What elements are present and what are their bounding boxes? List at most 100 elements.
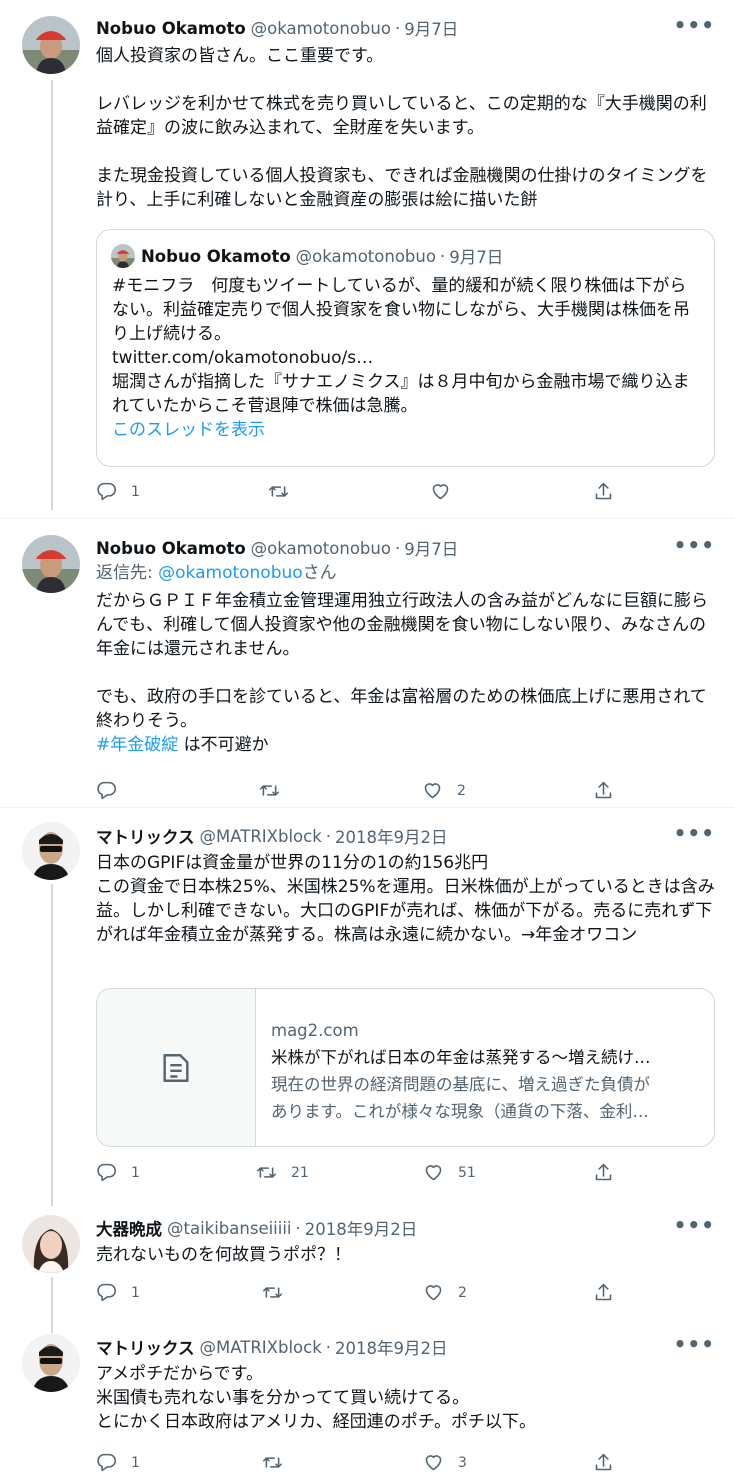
retweet-button[interactable] [262,1282,297,1303]
tweet[interactable]: マトリックス @MATRIXblock · 2018年9月2日 ••• 日本のG… [0,808,735,1201]
reply-button[interactable]: 1 [96,481,140,502]
like-button[interactable] [430,481,465,502]
avatar[interactable] [22,535,80,593]
author-handle[interactable]: @MATRIXblock [200,827,322,846]
author-name[interactable]: Nobuo Okamoto [96,19,246,38]
retweet-button[interactable] [268,481,303,502]
show-thread-link[interactable]: このスレッドを表示 [112,420,265,440]
author-name[interactable]: Nobuo Okamoto [96,539,246,558]
card-body: mag2.com 米株が下がれば日本の年金は蒸発する～増え続け… 現在の世界の経… [271,1017,700,1125]
share-button[interactable] [593,780,614,801]
quote-body: #モニフラ 何度もツイートしているが、量的緩和が続く限り株価は下がらない。利益確… [112,276,690,416]
quoted-tweet[interactable]: Nobuo Okamoto @okamotonobuo · 9月7日 #モニフラ… [96,229,715,467]
like-button[interactable]: 2 [422,780,466,801]
reply-button[interactable]: 1 [96,1162,140,1183]
avatar[interactable] [22,822,80,880]
reply-to-handle[interactable]: @okamotonobuo [158,563,303,583]
more-icon[interactable]: ••• [674,821,715,845]
tweet-date[interactable]: 9月7日 [404,536,458,560]
retweet-button[interactable] [259,780,294,801]
reply-prefix: 返信先: [96,563,159,583]
avatar[interactable] [22,1215,80,1273]
reply-icon [96,1452,117,1473]
like-button[interactable]: 3 [423,1452,467,1473]
card-domain: mag2.com [271,1021,359,1040]
more-icon[interactable]: ••• [674,533,715,557]
author-name[interactable]: マトリックス [96,824,195,848]
reply-count: 1 [131,483,140,500]
tweet-header: マトリックス @MATRIXblock · 2018年9月2日 ••• [96,1332,715,1360]
share-button[interactable] [593,1282,614,1303]
more-icon[interactable]: ••• [674,1213,715,1237]
reply-icon [96,1162,117,1183]
tweet-date[interactable]: 9月7日 [404,16,458,40]
reply-context: 返信先: @okamotonobuoさん [96,561,715,585]
tweet-text: だからＧＰＩＦ年金積立金管理運用独立行政法人の含み益がどんなに巨額に膨らんでも、… [96,589,715,757]
like-count: 2 [457,782,466,799]
share-button[interactable] [593,481,614,502]
more-icon[interactable]: ••• [674,1332,715,1356]
tweet[interactable]: Nobuo Okamoto @okamotonobuo · 9月7日 ••• 返… [0,519,735,807]
link-card[interactable]: mag2.com 米株が下がれば日本の年金は蒸発する～増え続け… 現在の世界の経… [96,988,715,1147]
reply-count: 1 [131,1284,140,1301]
tweet-header: Nobuo Okamoto @okamotonobuo · 9月7日 ••• [96,13,715,41]
separator-dot: · [394,18,401,38]
reply-button[interactable]: 1 [96,1282,140,1303]
card-description-line: 現在の世界の経済問題の基底に、増え過ぎた負債が [271,1075,651,1094]
author-handle[interactable]: @okamotonobuo [251,539,391,558]
reply-button[interactable]: 1 [96,1452,140,1473]
share-button[interactable] [593,1452,614,1473]
tweet-body: だからＧＰＩＦ年金積立金管理運用独立行政法人の含み益がどんなに巨額に膨らんでも、… [96,591,708,731]
reply-count: 1 [131,1164,140,1181]
like-count: 3 [458,1454,467,1471]
tweet[interactable]: マトリックス @MATRIXblock · 2018年9月2日 ••• アメポチ… [0,1328,735,1473]
heart-icon [423,1452,444,1473]
hashtag-suffix: は不可避か [178,735,269,755]
share-icon [593,1452,614,1473]
tweet-actions: 1 2 [96,1282,618,1308]
card-thumbnail [97,989,256,1146]
reply-icon [96,481,117,502]
quote-date: 9月7日 [449,248,504,267]
author-handle[interactable]: @okamotonobuo [251,19,391,38]
author-handle[interactable]: @taikibanseiiiii [167,1219,292,1238]
tweet-date[interactable]: 2018年9月2日 [305,1216,418,1240]
retweet-button[interactable]: 21 [256,1162,309,1183]
tweet-actions: 1 [96,481,618,507]
author-name[interactable]: 大器晩成 [96,1216,162,1240]
tweet[interactable]: Nobuo Okamoto @okamotonobuo · 9月7日 ••• 個… [0,0,735,518]
tweet-text: 日本のGPIFは資金量が世界の11分の1の約156兆円 この資金で日本株25%、… [96,853,715,945]
like-button[interactable]: 51 [423,1162,476,1183]
tweet[interactable]: 大器晩成 @taikibanseiiiii · 2018年9月2日 ••• 売れ… [0,1201,735,1328]
retweet-count: 21 [291,1164,309,1181]
tweet-actions: 1 3 [96,1452,618,1473]
avatar [111,244,135,268]
retweet-icon [262,1452,283,1473]
retweet-icon [256,1162,277,1183]
tweet-date[interactable]: 2018年9月2日 [335,1335,448,1359]
author-handle[interactable]: @MATRIXblock [200,1338,322,1357]
like-count: 51 [458,1164,476,1181]
hashtag-link[interactable]: #年金破綻 [96,735,178,755]
heart-icon [430,481,451,502]
retweet-icon [262,1282,283,1303]
retweet-icon [268,481,289,502]
like-button[interactable]: 2 [423,1282,467,1303]
like-count: 2 [458,1284,467,1301]
reply-button[interactable] [96,780,131,801]
separator-dot: · [325,826,332,846]
quote-header: Nobuo Okamoto @okamotonobuo · 9月7日 [111,244,503,268]
retweet-icon [259,780,280,801]
reply-icon [96,1282,117,1303]
tweet-date[interactable]: 2018年9月2日 [335,824,448,848]
avatar[interactable] [22,1334,80,1392]
author-name[interactable]: マトリックス [96,1335,195,1359]
heart-icon [422,780,443,801]
separator-dot: · [295,1218,301,1238]
avatar[interactable] [22,16,80,74]
retweet-button[interactable] [262,1452,297,1473]
share-button[interactable] [593,1162,614,1183]
separator-dot: · [394,538,401,558]
share-icon [593,1282,614,1303]
more-icon[interactable]: ••• [674,13,715,37]
